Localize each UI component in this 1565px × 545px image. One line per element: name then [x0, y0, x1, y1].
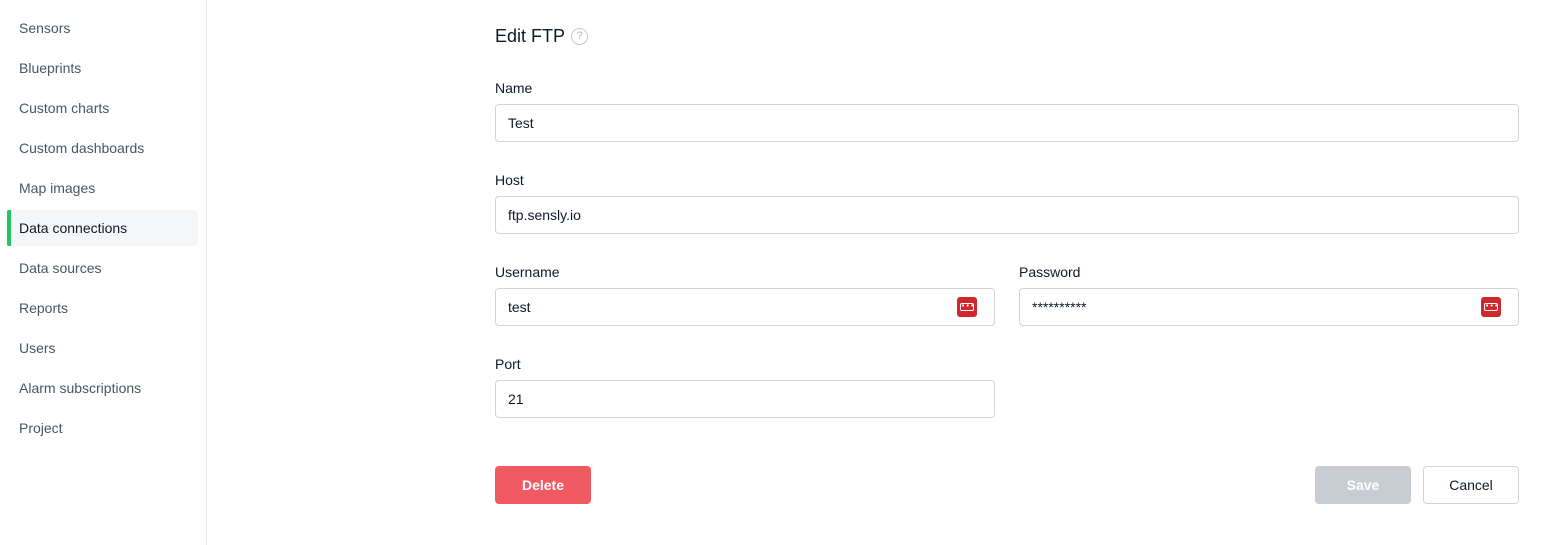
page-header: Edit FTP ? — [495, 24, 589, 48]
sidebar-item-data-connections[interactable]: Data connections — [7, 210, 198, 246]
sidebar-item-custom-charts[interactable]: Custom charts — [7, 90, 198, 126]
page-title: Edit FTP — [495, 25, 566, 46]
cancel-button[interactable]: Cancel — [1423, 466, 1519, 504]
username-field[interactable] — [495, 288, 995, 326]
name-label: Name — [495, 80, 533, 96]
save-button[interactable]: Save — [1315, 466, 1411, 504]
password-manager-icon[interactable]: ••• — [957, 297, 977, 317]
sidebar-item-reports[interactable]: Reports — [7, 290, 198, 326]
sidebar-item-blueprints[interactable]: Blueprints — [7, 50, 198, 86]
password-field[interactable] — [1019, 288, 1519, 326]
sidebar-item-alarm-subscriptions[interactable]: Alarm subscriptions — [7, 370, 198, 406]
host-label: Host — [495, 172, 524, 188]
help-icon[interactable]: ? — [571, 27, 589, 45]
name-field[interactable] — [495, 104, 1519, 142]
delete-button[interactable]: Delete — [495, 466, 591, 504]
sidebar-item-data-sources[interactable]: Data sources — [7, 250, 198, 286]
sidebar: Sensors Blueprints Custom charts Custom … — [0, 0, 207, 545]
sidebar-item-sensors[interactable]: Sensors — [7, 10, 198, 46]
sidebar-item-users[interactable]: Users — [7, 330, 198, 366]
host-field[interactable] — [495, 196, 1519, 234]
sidebar-item-custom-dashboards[interactable]: Custom dashboards — [7, 130, 198, 166]
sidebar-item-map-images[interactable]: Map images — [7, 170, 198, 206]
port-field[interactable] — [495, 380, 995, 418]
edit-ftp-form: Edit FTP ? Name Host Username ••• Passwo… — [495, 0, 1519, 545]
username-label: Username — [495, 264, 560, 280]
password-manager-icon[interactable]: ••• — [1481, 297, 1501, 317]
sidebar-item-project[interactable]: Project — [7, 410, 198, 446]
password-label: Password — [1019, 264, 1081, 280]
port-label: Port — [495, 356, 521, 372]
